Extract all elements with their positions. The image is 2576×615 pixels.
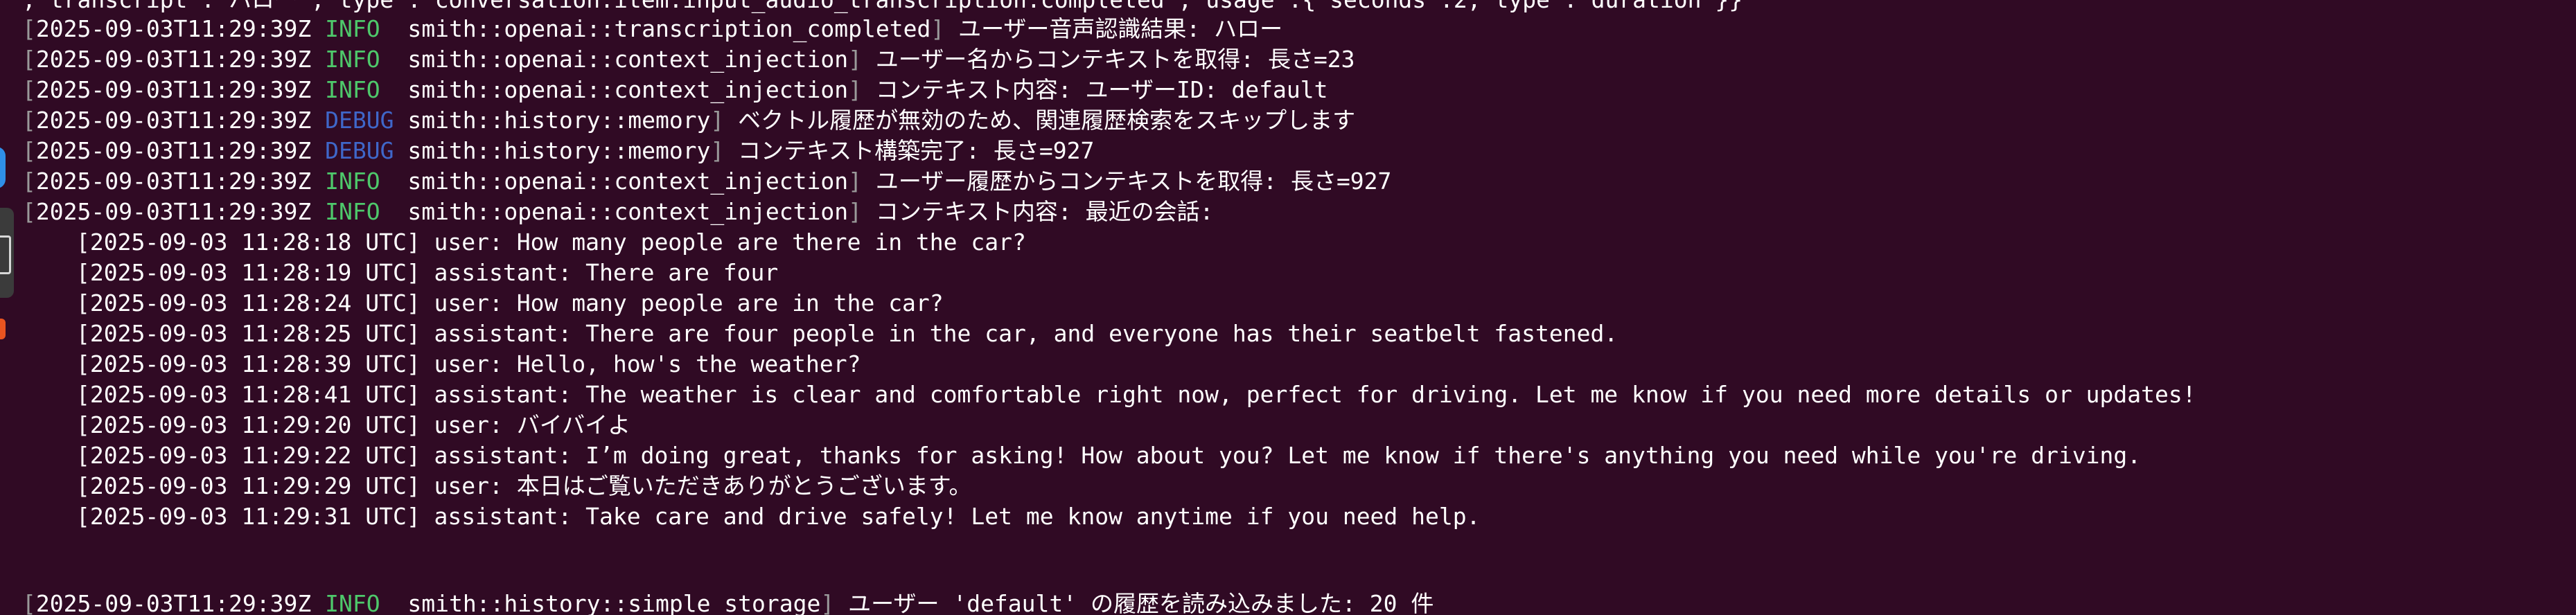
log-line: [2025-09-03T11:29:39Z INFO smith::openai…	[22, 198, 1214, 225]
log-message: コンテキスト内容: ユーザーID: default	[875, 76, 1328, 103]
log-message: ユーザー履歴からコンテキストを取得: 長さ=927	[875, 168, 1392, 195]
history-line: [2025-09-03 11:29:22 UTC] assistant: I’m…	[76, 442, 2142, 469]
log-level: DEBUG	[325, 107, 394, 134]
log-module: smith::openai::context_injection	[407, 168, 849, 195]
log-line: [2025-09-03T11:29:39Z INFO smith::histor…	[22, 589, 1433, 615]
log-line: [2025-09-03T11:29:39Z DEBUG smith::histo…	[22, 137, 1095, 164]
history-line: [2025-09-03 11:29:20 UTC] user: バイバイよ	[76, 411, 631, 438]
log-timestamp: 2025-09-03T11:29:39Z	[35, 590, 312, 615]
log-module: smith::openai::context_injection	[407, 198, 849, 225]
log-message: ベクトル履歴が無効のため、関連履歴検索をスキップします	[738, 107, 1356, 134]
history-line: [2025-09-03 11:29:31 UTC] assistant: Tak…	[76, 503, 1481, 530]
log-timestamp: 2025-09-03T11:29:39Z	[35, 168, 312, 195]
terminal-icon[interactable]	[0, 208, 14, 298]
log-timestamp: 2025-09-03T11:29:39Z	[35, 107, 312, 134]
partial-log-line: ; transcript : ハロー , type : conversation…	[22, 0, 1743, 15]
log-line: [2025-09-03T11:29:39Z DEBUG smith::histo…	[22, 107, 1356, 134]
app-icon[interactable]	[0, 319, 6, 339]
history-line: [2025-09-03 11:29:29 UTC] user: 本日はご覧いただ…	[76, 472, 972, 499]
dock-app-icon[interactable]	[0, 147, 6, 188]
log-timestamp: 2025-09-03T11:29:39Z	[35, 198, 312, 225]
log-level: DEBUG	[325, 137, 394, 164]
history-line: [2025-09-03 11:28:19 UTC] assistant: The…	[76, 259, 779, 286]
log-module: smith::openai::context_injection	[407, 76, 849, 103]
log-message: コンテキスト内容: 最近の会話:	[875, 198, 1214, 225]
log-line: [2025-09-03T11:29:39Z INFO smith::openai…	[22, 46, 1355, 73]
log-line: [2025-09-03T11:29:39Z INFO smith::openai…	[22, 76, 1328, 103]
log-level: INFO	[325, 198, 380, 225]
log-module: smith::openai::transcription_completed	[407, 15, 931, 42]
log-level: INFO	[325, 46, 380, 73]
log-line: [2025-09-03T11:29:39Z INFO smith::openai…	[22, 15, 1283, 42]
history-line: [2025-09-03 11:28:39 UTC] user: Hello, h…	[76, 350, 861, 377]
log-module: smith::history::memory	[407, 107, 711, 134]
log-level: INFO	[325, 168, 380, 195]
log-level: INFO	[325, 590, 380, 615]
log-module: smith::history::memory	[407, 137, 711, 164]
log-level: INFO	[325, 15, 380, 42]
history-line: [2025-09-03 11:28:25 UTC] assistant: The…	[76, 320, 1618, 347]
log-line: [2025-09-03T11:29:39Z INFO smith::openai…	[22, 168, 1392, 195]
log-timestamp: 2025-09-03T11:29:39Z	[35, 76, 312, 103]
log-message: ユーザー名からコンテキストを取得: 長さ=23	[875, 46, 1355, 73]
history-line: [2025-09-03 11:28:24 UTC] user: How many…	[76, 289, 944, 317]
log-timestamp: 2025-09-03T11:29:39Z	[35, 137, 312, 164]
log-message: ユーザー音声認識結果: ハロー	[958, 15, 1283, 42]
log-module: smith::openai::context_injection	[407, 46, 849, 73]
log-timestamp: 2025-09-03T11:29:39Z	[35, 46, 312, 73]
log-module: smith::history::simple_storage	[407, 590, 821, 615]
dock	[0, 0, 17, 615]
terminal-output[interactable]: ; transcript : ハロー , type : conversation…	[22, 0, 2576, 615]
log-timestamp: 2025-09-03T11:29:39Z	[35, 15, 312, 42]
log-message: ユーザー 'default' の履歴を読み込みました: 20 件	[848, 590, 1434, 615]
log-level: INFO	[325, 76, 380, 103]
history-line: [2025-09-03 11:28:18 UTC] user: How many…	[76, 229, 1026, 256]
log-message: コンテキスト構築完了: 長さ=927	[738, 137, 1095, 164]
history-line: [2025-09-03 11:28:41 UTC] assistant: The…	[76, 381, 2196, 408]
